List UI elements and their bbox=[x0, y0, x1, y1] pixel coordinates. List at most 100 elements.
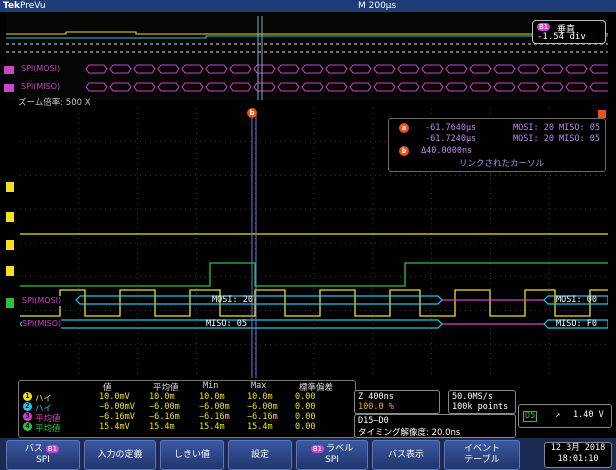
digital-readout[interactable]: D15–D0 タイミング解像度: 20.0ns bbox=[354, 414, 516, 438]
softkey-sublabel: テーブル bbox=[464, 455, 500, 465]
channel-chip: 2 bbox=[23, 402, 32, 411]
softkey-button[interactable]: 設定 bbox=[228, 440, 292, 470]
overview-bus-packet bbox=[229, 64, 252, 74]
overview-bus-packet bbox=[349, 82, 372, 92]
acquisition-mode: PreVu bbox=[20, 1, 46, 11]
bus-miso-next-value: MISO: F0 bbox=[556, 319, 597, 329]
overview-bus-packet bbox=[421, 82, 444, 92]
measurement-name: 平均値 bbox=[35, 424, 61, 434]
overview-bus-packet bbox=[445, 64, 468, 74]
zoom-factor-label: ズーム倍率: 500 X bbox=[18, 98, 91, 108]
overview-bus-packet bbox=[565, 82, 588, 92]
timing-resolution: タイミング解像度: 20.0ns bbox=[358, 428, 461, 438]
overview-bus-packet bbox=[541, 64, 564, 74]
softkey-label: イベント bbox=[463, 444, 500, 454]
overview-bus-packet bbox=[277, 64, 300, 74]
measurement-value: −6.00m bbox=[149, 402, 180, 412]
softkey-label: バス表示 bbox=[387, 449, 424, 460]
measurement-value: 15.4m bbox=[149, 422, 175, 432]
softkey-button[interactable]: B1 ラベル SPI bbox=[296, 440, 368, 470]
overview-mosi-label: SPI(MOSI) bbox=[20, 64, 62, 74]
softkey-button[interactable]: 入力の定義 bbox=[84, 440, 156, 470]
softkey-label: バス B1 bbox=[24, 444, 60, 454]
overview-miso-label: SPI(MISO) bbox=[20, 82, 62, 92]
measurement-table[interactable]: 値 平均値 Min Max 標準偏差 1 ハイ 10.0mV 10.0m 10.0m 10… bbox=[18, 380, 356, 438]
bus-mosi-next-value: MOSI: 00 bbox=[556, 295, 597, 305]
trigger-level: 1.40 V bbox=[573, 410, 604, 420]
overview-bus-packet bbox=[397, 64, 420, 74]
title-bar: Tek PreVu M 200μs bbox=[0, 0, 616, 12]
measurement-value: −6.16mV bbox=[99, 412, 135, 422]
acquisition-readout[interactable]: 50.0MS/s 100k points bbox=[448, 390, 516, 414]
measurement-value: 10.0m bbox=[149, 392, 175, 402]
overview-bus-packet bbox=[517, 82, 540, 92]
measurement-value: −6.00m bbox=[199, 402, 230, 412]
measurement-value: 15.4m bbox=[199, 422, 225, 432]
softkey-button[interactable]: しきい値 bbox=[160, 440, 224, 470]
overview-bus-packet bbox=[205, 64, 228, 74]
bus-mosi-value: MOSI: 20 bbox=[212, 295, 253, 305]
overview-waveform-area[interactable]: SPI(MOSI) SPI(MISO) B1 垂直 -1.54 div bbox=[6, 12, 608, 100]
measurement-value: 0.00 bbox=[295, 412, 316, 422]
measurement-value: 0.00 bbox=[295, 392, 316, 402]
overview-bus-packet bbox=[109, 64, 132, 74]
softkey-label: 設定 bbox=[250, 449, 269, 460]
b1-badge: B1 bbox=[537, 23, 551, 31]
measurement-value: −6.16m bbox=[247, 412, 278, 422]
trigger-slope-icon: ↗ bbox=[555, 410, 561, 420]
overview-bus-packet bbox=[277, 82, 300, 92]
cursor-a-time: -61.7640μs bbox=[425, 123, 477, 133]
overview-bus-packet bbox=[469, 64, 492, 74]
horizontal-position: 100.0 % bbox=[358, 402, 394, 412]
header-min: Min bbox=[203, 381, 219, 391]
cursor-a-icon: a bbox=[399, 123, 409, 133]
overview-bus-packet bbox=[445, 82, 468, 92]
trigger-readout[interactable]: D5 ↗ 1.40 V bbox=[518, 404, 612, 428]
measurement-row[interactable]: 2 ハイ −6.00mV −6.00m −6.00m −6.00m 0.00 bbox=[19, 402, 355, 414]
softkey-label: 入力の定義 bbox=[97, 449, 143, 460]
channel-chip: 3 bbox=[23, 412, 32, 421]
horizontal-readout[interactable]: Z 400ns 100.0 % bbox=[354, 390, 440, 414]
time: 18:01:10 bbox=[557, 454, 599, 464]
measurement-row[interactable]: 4 平均値 15.4mV 15.4m 15.4m 15.4m 0.00 bbox=[19, 422, 355, 434]
cursor-b-bus: MOSI: 20 MISO: 05 bbox=[513, 134, 600, 144]
measurement-value: 0.00 bbox=[295, 422, 316, 432]
measurement-row[interactable]: 3 平均値 −6.16mV −6.16m −6.16m −6.16m 0.00 bbox=[19, 412, 355, 424]
vertical-position-readout[interactable]: B1 垂直 -1.54 div bbox=[532, 20, 606, 44]
softkey-label: しきい値 bbox=[173, 449, 210, 460]
overview-bus-packet bbox=[589, 64, 608, 74]
record-length: 100k points bbox=[452, 402, 509, 412]
bus-mosi-segment bbox=[75, 295, 443, 305]
overview-bus-packet bbox=[301, 64, 324, 74]
softkey-sublabel: SPI bbox=[325, 455, 339, 465]
softkey-button[interactable]: バス表示 bbox=[372, 440, 440, 470]
overview-bus-packet bbox=[253, 64, 276, 74]
date-time-display: 12 3月 2018 18:01:10 bbox=[544, 442, 612, 468]
b1-badge: B1 bbox=[310, 445, 325, 453]
overview-bus-packet bbox=[229, 82, 252, 92]
overview-bus-miso-trace bbox=[85, 82, 608, 92]
cursor-readout-panel[interactable]: a -61.7640μs MOSI: 20 MISO: 05 -61.7240μ… bbox=[388, 118, 606, 172]
vertical-value: -1.54 div bbox=[537, 32, 586, 42]
measurement-value: 10.0m bbox=[247, 392, 273, 402]
softkey-button[interactable]: イベント テーブル bbox=[444, 440, 520, 470]
softkey-button[interactable]: バス B1 SPI bbox=[6, 440, 80, 470]
measurement-value: 10.0mV bbox=[99, 392, 130, 402]
overview-bus-packet bbox=[421, 64, 444, 74]
overview-bus-packet bbox=[181, 82, 204, 92]
overview-bus-packet bbox=[541, 82, 564, 92]
overview-bus-packet bbox=[493, 64, 516, 74]
cursor-b-time: -61.7240μs bbox=[425, 134, 477, 144]
cursor-b-marker[interactable]: b bbox=[247, 108, 257, 118]
measurement-value: 0.00 bbox=[295, 402, 316, 412]
softkey-label: B1 ラベル bbox=[310, 444, 354, 454]
overview-bus-packet bbox=[253, 82, 276, 92]
measurement-row[interactable]: 1 ハイ 10.0mV 10.0m 10.0m 10.0m 0.00 bbox=[19, 392, 355, 404]
measurement-value: 10.0m bbox=[199, 392, 225, 402]
brand-logo: Tek bbox=[3, 1, 21, 11]
overview-bus-packet bbox=[181, 64, 204, 74]
overview-bus-packet bbox=[517, 64, 540, 74]
softkey-bar: バス B1 SPI 入力の定義 しきい値 設定 B1 ラベル SPI バス表示 イベント テーブル bbox=[0, 438, 616, 470]
measurement-value: 15.4m bbox=[247, 422, 273, 432]
overview-bus-packet bbox=[133, 64, 156, 74]
